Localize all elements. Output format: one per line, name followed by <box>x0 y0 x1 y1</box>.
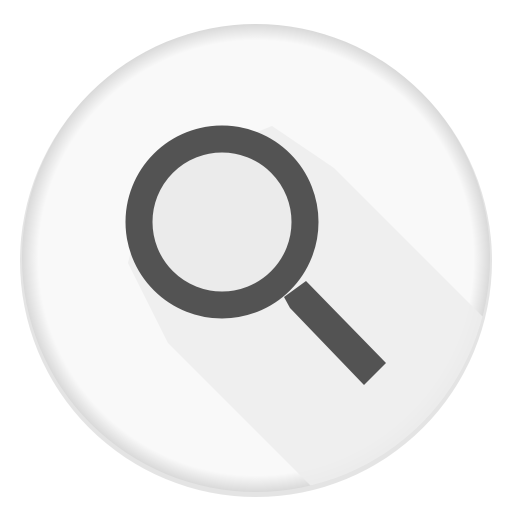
lens-fill <box>152 152 292 292</box>
app-icon-canvas <box>0 0 512 512</box>
search-app-icon[interactable] <box>0 0 512 512</box>
